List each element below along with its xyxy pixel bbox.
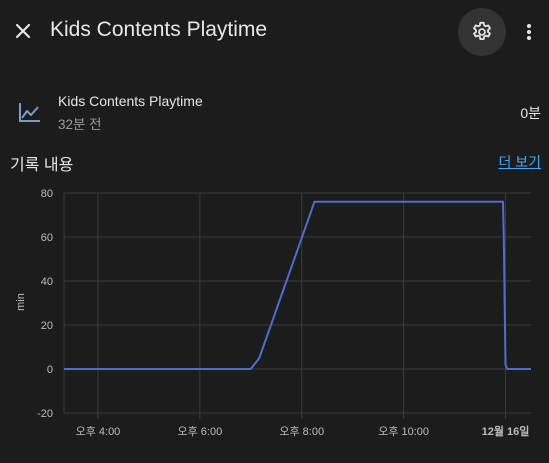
x-tick-label: 오후 6:00: [177, 425, 222, 438]
close-icon: [15, 23, 31, 39]
x-tick-label: 12월 16일: [482, 424, 530, 438]
y-tick-label: 0: [47, 364, 53, 376]
history-chart: 80 60 40 20 0 -20 오후 4:00 오후 6:00 오후 8:00 오후 10:…: [15, 188, 531, 438]
entity-state: 0분: [520, 105, 541, 121]
settings-button[interactable]: [458, 8, 506, 56]
history-title: 기록 내용: [10, 157, 74, 174]
y-axis-label: min: [15, 293, 27, 311]
series-line: [64, 200, 531, 370]
dialog-title: Kids Contents Playtime: [50, 18, 268, 41]
gear-icon: [473, 21, 491, 40]
entity-last-changed: 32분 전: [58, 117, 102, 132]
y-tick-label: -20: [37, 408, 53, 420]
chart-line-icon: [19, 103, 40, 122]
x-axis-ticks: 오후 4:00 오후 6:00 오후 8:00 오후 10:00 12월 16일: [76, 424, 530, 438]
y-tick-label: 80: [41, 188, 53, 200]
chart-grid: [63, 192, 531, 419]
y-tick-label: 20: [41, 320, 53, 332]
top-bar: Kids Contents Playtime: [0, 0, 549, 64]
more-vertical-icon: [527, 24, 531, 40]
show-more-link[interactable]: 더 보기: [498, 152, 541, 172]
y-axis-ticks: 80 60 40 20 0 -20: [37, 188, 53, 420]
y-tick-label: 40: [41, 276, 53, 288]
close-button[interactable]: [8, 16, 38, 46]
entity-row[interactable]: Kids Contents Playtime 32분 전 0분: [0, 86, 549, 136]
entity-name: Kids Contents Playtime: [58, 93, 203, 109]
y-tick-label: 60: [41, 232, 53, 244]
more-options-button[interactable]: [516, 18, 542, 46]
x-tick-label: 오후 4:00: [76, 425, 121, 438]
x-tick-label: 오후 8:00: [279, 425, 324, 438]
x-tick-label: 오후 10:00: [378, 425, 429, 438]
